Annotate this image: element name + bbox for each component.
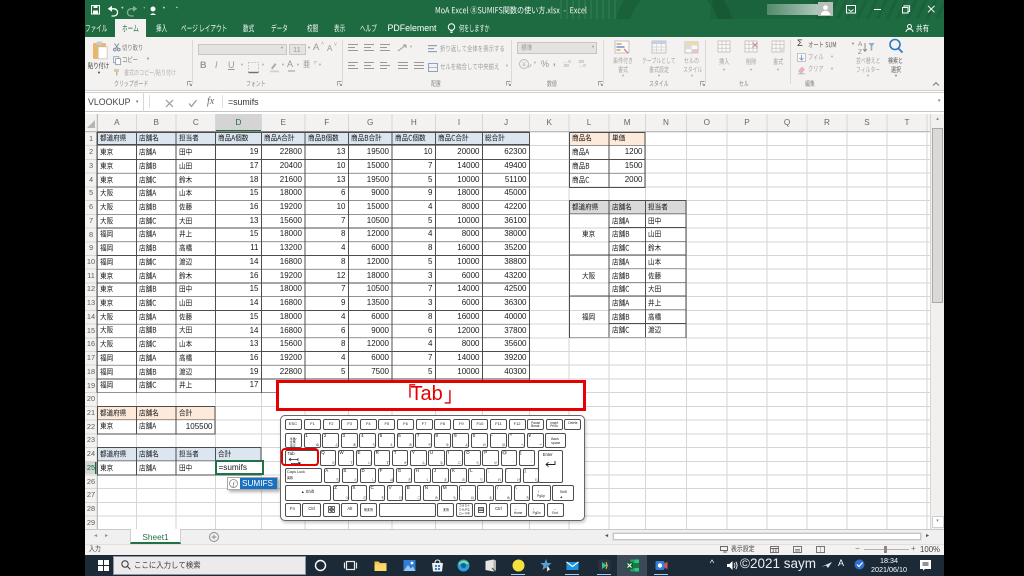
svg-text:Z: Z (858, 49, 862, 56)
svg-text:A: A (858, 41, 863, 48)
svg-text:¥: ¥ (522, 62, 526, 69)
